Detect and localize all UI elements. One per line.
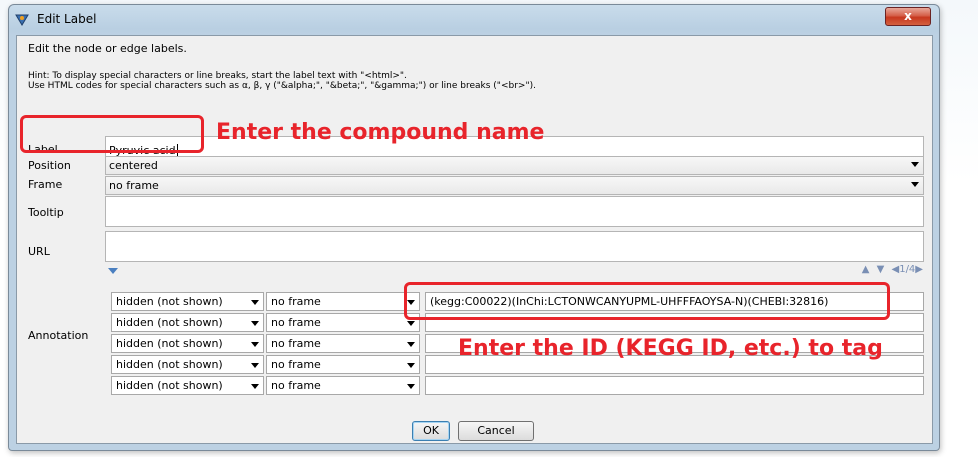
annotation-visibility-select[interactable]: hidden (not shown): [111, 334, 264, 353]
label-highlight-box: [20, 115, 204, 153]
title-bar[interactable]: Edit Label x: [9, 5, 939, 35]
annotation-frame-value: no frame: [271, 358, 321, 371]
app-icon: [15, 14, 29, 26]
chevron-down-icon: [407, 384, 415, 389]
edit-label-dialog: Edit Label x Edit the node or edge label…: [8, 4, 940, 451]
annotation-visibility-value: hidden (not shown): [116, 358, 223, 371]
hint-line-1: Hint: To display special characters or l…: [28, 71, 407, 81]
next-page-icon[interactable]: ▶: [915, 264, 923, 275]
chevron-down-icon: [407, 321, 415, 326]
annotation-visibility-select[interactable]: hidden (not shown): [111, 376, 264, 395]
chevron-down-icon: [251, 363, 259, 368]
annotation-caption: Annotation: [28, 329, 89, 342]
annotation-visibility-value: hidden (not shown): [116, 316, 223, 329]
url-input[interactable]: [105, 231, 924, 262]
annotation-value-input[interactable]: [425, 376, 924, 395]
annotation-callout-text: Enter the ID (KEGG ID, etc.) to tag: [458, 336, 883, 361]
annotation-visibility-value: hidden (not shown): [116, 379, 223, 392]
chevron-down-icon: [251, 384, 259, 389]
dialog-body: Edit the node or edge labels. Hint: To d…: [16, 35, 933, 444]
annotation-frame-select[interactable]: no frame: [266, 355, 420, 374]
annotation-highlight-box: [404, 282, 890, 320]
frame-select-value: no frame: [109, 179, 159, 192]
move-down-icon[interactable]: ▼: [877, 264, 885, 275]
label-callout-text: Enter the compound name: [216, 120, 545, 145]
position-caption: Position: [28, 159, 71, 172]
annotation-frame-value: no frame: [271, 337, 321, 350]
annotation-frame-select[interactable]: no frame: [266, 313, 420, 332]
annotation-visibility-value: hidden (not shown): [116, 337, 223, 350]
annotation-visibility-select[interactable]: hidden (not shown): [111, 355, 264, 374]
window-title: Edit Label: [37, 12, 97, 26]
annotation-visibility-value: hidden (not shown): [116, 295, 223, 308]
chevron-down-icon: [251, 321, 259, 326]
move-up-icon[interactable]: ▲: [862, 264, 870, 275]
chevron-down-icon: [407, 363, 415, 368]
chevron-down-icon: [911, 182, 919, 187]
position-select[interactable]: centered: [105, 156, 924, 175]
tooltip-input[interactable]: [105, 196, 924, 227]
position-select-value: centered: [109, 159, 158, 172]
annotation-visibility-select[interactable]: hidden (not shown): [111, 292, 264, 311]
dialog-description: Edit the node or edge labels.: [28, 42, 187, 55]
chevron-down-icon: [251, 342, 259, 347]
chevron-down-icon: [407, 342, 415, 347]
close-icon: x: [904, 9, 912, 23]
frame-select[interactable]: no frame: [105, 176, 924, 195]
annotation-frame-value: no frame: [271, 316, 321, 329]
annotation-frame-select[interactable]: no frame: [266, 376, 420, 395]
annotation-page: 1/4: [899, 264, 916, 275]
collapse-icon[interactable]: [108, 268, 118, 274]
chevron-down-icon: [911, 162, 919, 167]
frame-caption: Frame: [28, 178, 63, 191]
annotation-frame-select[interactable]: no frame: [266, 334, 420, 353]
annotation-visibility-select[interactable]: hidden (not shown): [111, 313, 264, 332]
ok-button[interactable]: OK: [412, 421, 450, 441]
annotation-frame-select[interactable]: no frame: [266, 292, 420, 311]
chevron-down-icon: [251, 300, 259, 305]
annotation-frame-value: no frame: [271, 379, 321, 392]
annotation-navigation: ▲ ▼ ◀1/4▶: [858, 264, 923, 275]
tooltip-caption: Tooltip: [28, 206, 64, 219]
url-caption: URL: [28, 245, 50, 258]
cancel-button[interactable]: Cancel: [458, 421, 534, 441]
annotation-frame-value: no frame: [271, 295, 321, 308]
close-button[interactable]: x: [885, 7, 931, 26]
hint-line-2: Use HTML codes for special characters su…: [28, 81, 536, 91]
